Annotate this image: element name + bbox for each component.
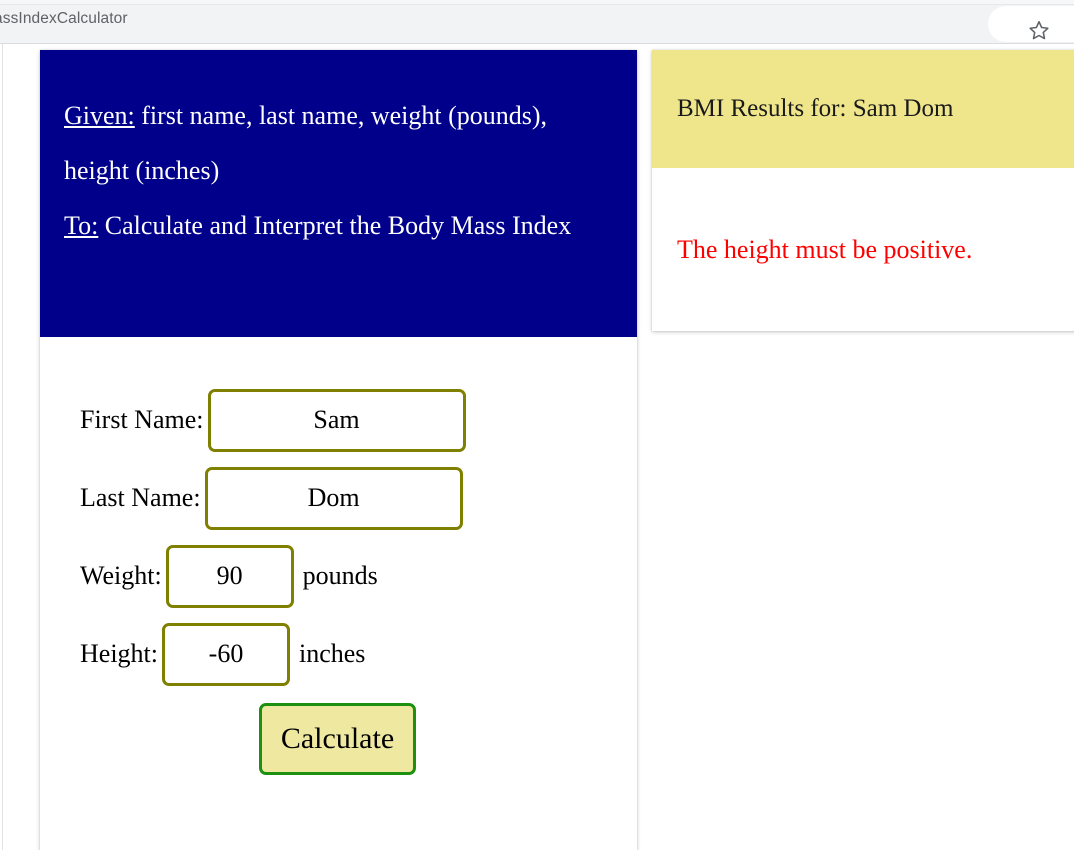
height-unit-label: inches [299, 639, 366, 668]
to-statement: To: Calculate and Interpret the Body Mas… [64, 198, 609, 253]
calculator-form: First Name: Last Name: Weight: pounds He… [40, 337, 637, 850]
weight-label: Weight: [80, 561, 162, 590]
browser-tab-title[interactable]: assIndexCalculator [0, 10, 414, 28]
first-name-label: First Name: [80, 405, 204, 434]
weight-input[interactable] [165, 544, 294, 608]
page-canvas: Given: first name, last name, weight (po… [0, 44, 1074, 850]
height-label: Height: [80, 639, 158, 668]
star-icon[interactable] [1028, 19, 1050, 41]
first-name-input[interactable] [207, 388, 466, 452]
browser-chrome: assIndexCalculator [0, 0, 1074, 44]
results-title: BMI Results for: Sam Dom [677, 95, 954, 122]
given-statement: Given: first name, last name, weight (po… [64, 88, 609, 198]
last-name-input[interactable] [204, 466, 463, 530]
bmi-calculator-card: Given: first name, last name, weight (po… [40, 50, 637, 850]
calculator-header-panel: Given: first name, last name, weight (po… [40, 50, 637, 337]
last-name-label: Last Name: [80, 483, 201, 512]
omnibox-right-section [988, 6, 1074, 42]
height-input[interactable] [162, 622, 290, 686]
results-error-message: The height must be positive. [677, 234, 973, 264]
results-header: BMI Results for: Sam Dom [652, 50, 1074, 168]
last-name-row: Last Name: [40, 459, 637, 537]
calculate-button[interactable]: Calculate [259, 703, 416, 775]
height-row: Height: inches [40, 615, 637, 693]
given-text: first name, last name, weight (pounds), … [64, 101, 548, 185]
first-name-row: First Name: [40, 381, 637, 459]
chrome-top-strip [0, 0, 1074, 5]
to-label: To: [64, 211, 99, 240]
button-row: Calculate [40, 703, 637, 775]
results-body: The height must be positive. [652, 168, 1074, 331]
weight-row: Weight: pounds [40, 537, 637, 615]
bmi-results-card: BMI Results for: Sam Dom The height must… [652, 50, 1074, 331]
to-text: Calculate and Interpret the Body Mass In… [98, 211, 572, 240]
given-label: Given: [64, 101, 135, 130]
page-left-rule [2, 44, 3, 850]
weight-unit-label: pounds [302, 561, 378, 590]
